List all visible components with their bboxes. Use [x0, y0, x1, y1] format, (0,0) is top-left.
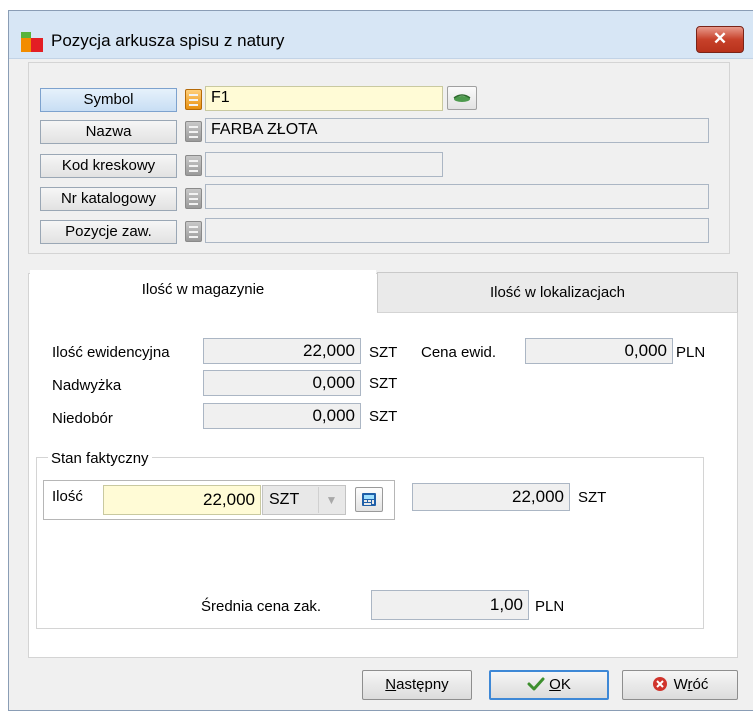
close-button[interactable]: ✕	[696, 26, 744, 53]
back-label-prefix: W	[673, 676, 688, 693]
niedobor-unit: SZT	[369, 408, 398, 425]
niedobor-value: 0,000	[203, 403, 361, 429]
ok-label-key: O	[549, 676, 561, 693]
next-label-rest: astępny	[396, 676, 449, 693]
list-icon[interactable]	[185, 89, 202, 110]
srednia-cena-unit: PLN	[535, 598, 565, 615]
checkmark-icon	[527, 677, 545, 691]
pozycje-zaw-button[interactable]: Pozycje zaw.	[40, 220, 177, 244]
tab-ilosc-w-magazynie[interactable]: Ilość w magazynie	[30, 270, 376, 312]
calculator-button[interactable]	[355, 487, 383, 512]
ilosc-label: Ilość	[52, 488, 83, 505]
next-button[interactable]: Następny	[362, 670, 472, 700]
calculator-icon	[362, 493, 376, 506]
eye-icon	[453, 94, 471, 102]
cena-ewid-label: Cena ewid.	[421, 344, 497, 361]
nazwa-field[interactable]: FARBA ZŁOTA	[205, 118, 709, 143]
preview-button[interactable]	[447, 86, 477, 110]
chevron-down-icon[interactable]: ▼	[318, 487, 344, 513]
srednia-cena-label: Średnia cena zak.	[201, 598, 322, 615]
nadwyzka-unit: SZT	[369, 375, 398, 392]
list-icon[interactable]	[185, 155, 202, 176]
niedobor-label: Niedobór	[52, 410, 113, 427]
back-label-rest: óć	[692, 676, 709, 693]
symbol-input[interactable]: F1	[205, 86, 443, 111]
close-icon: ✕	[712, 29, 728, 48]
pozycje-zaw-field[interactable]	[205, 218, 709, 243]
window-title: Pozycja arkusza spisu z natury	[51, 31, 285, 50]
nazwa-button[interactable]: Nazwa	[40, 120, 177, 144]
ok-label-rest: K	[560, 676, 571, 693]
converted-unit: SZT	[578, 489, 607, 506]
cena-ewid-unit: PLN	[676, 344, 706, 361]
stan-faktyczny-title: Stan faktyczny	[48, 450, 152, 467]
ilosc-ewidencyjna-label: Ilość ewidencyjna	[52, 344, 170, 361]
tab-ilosc-w-lokalizacjach[interactable]: Ilość w lokalizacjach	[377, 272, 738, 313]
unit-select-value: SZT	[269, 491, 300, 508]
converted-value: 22,000	[412, 483, 570, 511]
list-icon[interactable]	[185, 221, 202, 242]
srednia-cena-value: 1,00	[371, 590, 529, 620]
symbol-button[interactable]: Symbol	[40, 88, 177, 112]
ilosc-ewidencyjna-unit: SZT	[369, 344, 398, 361]
next-label-key: N	[385, 676, 397, 693]
title-bar[interactable]: Pozycja arkusza spisu z natury ✕	[9, 11, 753, 59]
list-icon[interactable]	[185, 121, 202, 142]
kod-kreskowy-field[interactable]	[205, 152, 443, 177]
ok-button[interactable]: OK	[489, 670, 609, 700]
app-icon	[21, 32, 43, 52]
back-button[interactable]: Wróć	[622, 670, 738, 700]
nadwyzka-label: Nadwyżka	[52, 377, 122, 394]
cancel-icon	[652, 677, 667, 691]
ilosc-ewidencyjna-value: 22,000	[203, 338, 361, 364]
list-icon[interactable]	[185, 188, 202, 209]
kod-kreskowy-button[interactable]: Kod kreskowy	[40, 154, 177, 178]
nr-katalogowy-button[interactable]: Nr katalogowy	[40, 187, 177, 211]
nadwyzka-value: 0,000	[203, 370, 361, 396]
cena-ewid-value: 0,000	[525, 338, 673, 364]
nr-katalogowy-field[interactable]	[205, 184, 709, 209]
ilosc-input[interactable]: 22,000	[103, 485, 261, 515]
